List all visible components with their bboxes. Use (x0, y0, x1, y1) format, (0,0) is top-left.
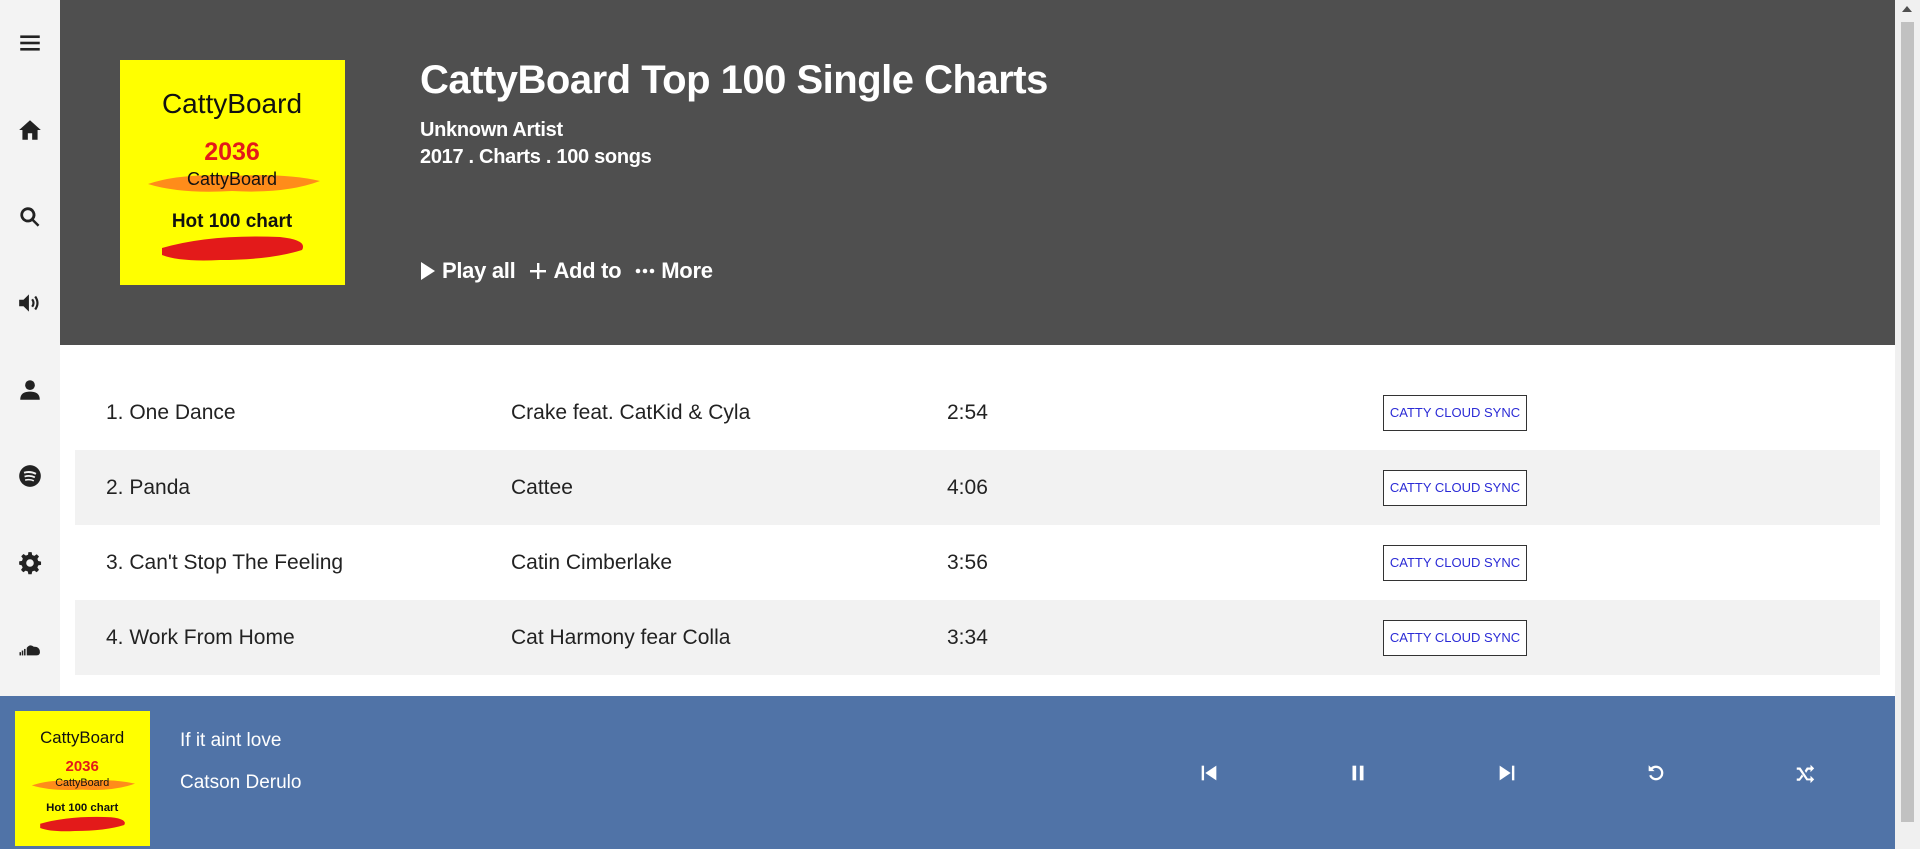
scroll-thumb[interactable] (1901, 22, 1914, 822)
album-meta: 2017 . Charts . 100 songs (420, 146, 652, 168)
track-title[interactable]: 1. One Dance (75, 401, 511, 425)
play-icon (421, 262, 435, 280)
album-cover: CattyBoard 2036 CattyBoard Hot 100 chart (120, 60, 345, 285)
catty-cloud-sync-button[interactable]: CATTY CLOUD SYNC (1383, 544, 1527, 581)
track-artist: Crake feat. CatKid & Cyla (511, 400, 751, 424)
table-row[interactable]: 2. Panda Cattee 4:06 CATTY CLOUD SYNC (75, 450, 1880, 525)
soundcloud-icon[interactable] (15, 635, 45, 665)
svg-text:CattyBoard: CattyBoard (162, 88, 302, 119)
track-duration: 2:54 (947, 400, 988, 424)
table-row[interactable]: 4. Work From Home Cat Harmony fear Colla… (75, 600, 1880, 675)
add-to-button[interactable]: Add to (529, 258, 622, 284)
volume-icon[interactable] (15, 288, 45, 318)
track-duration: 4:06 (947, 475, 988, 499)
home-icon[interactable] (15, 115, 45, 145)
more-label: More (661, 258, 713, 283)
track-duration: 3:34 (947, 625, 988, 649)
play-all-button[interactable]: Play all (420, 258, 516, 284)
more-dots-icon (635, 268, 655, 274)
track-title[interactable]: 2. Panda (75, 476, 511, 500)
track-duration: 3:56 (947, 550, 988, 574)
catty-cloud-sync-button[interactable]: CATTY CLOUD SYNC (1383, 394, 1527, 431)
play-all-label: Play all (442, 258, 516, 283)
now-playing-cover: CattyBoard 2036 CattyBoard Hot 100 chart (15, 711, 150, 846)
catty-cloud-sync-button[interactable]: CATTY CLOUD SYNC (1383, 469, 1527, 506)
gear-icon[interactable] (15, 548, 45, 578)
table-row[interactable]: 1. One Dance Crake feat. CatKid & Cyla 2… (75, 375, 1880, 450)
album-header: CattyBoard 2036 CattyBoard Hot 100 chart… (60, 0, 1895, 345)
track-artist: Cattee (511, 475, 573, 499)
repeat-icon[interactable] (1641, 758, 1671, 788)
more-button[interactable]: More (635, 258, 713, 284)
now-playing-artist: Catson Derulo (180, 772, 302, 793)
sidebar (0, 0, 60, 696)
next-icon[interactable] (1492, 758, 1522, 788)
svg-text:CattyBoard: CattyBoard (187, 169, 277, 189)
svg-text:CattyBoard: CattyBoard (40, 728, 124, 747)
track-list: 1. One Dance Crake feat. CatKid & Cyla 2… (75, 375, 1880, 675)
svg-text:Hot 100 chart: Hot 100 chart (46, 802, 118, 814)
track-artist: Catin Cimberlake (511, 550, 673, 574)
svg-text:2036: 2036 (204, 138, 260, 166)
spotify-icon[interactable] (15, 461, 45, 491)
catty-cloud-sync-button[interactable]: CATTY CLOUD SYNC (1383, 619, 1527, 656)
menu-icon[interactable] (15, 28, 45, 58)
track-title[interactable]: 4. Work From Home (75, 626, 511, 650)
player-bar: CattyBoard 2036 CattyBoard Hot 100 chart… (0, 696, 1895, 849)
previous-icon[interactable] (1194, 758, 1224, 788)
shuffle-icon[interactable] (1790, 758, 1820, 788)
now-playing-title: If it aint love (180, 730, 282, 751)
svg-text:CattyBoard: CattyBoard (55, 777, 109, 789)
plus-icon (530, 263, 547, 279)
svg-text:Hot 100 chart: Hot 100 chart (172, 211, 293, 232)
track-title[interactable]: 3. Can't Stop The Feeling (75, 551, 511, 575)
pause-icon[interactable] (1343, 758, 1373, 788)
svg-text:2036: 2036 (66, 758, 99, 775)
user-icon[interactable] (15, 375, 45, 405)
album-artist[interactable]: Unknown Artist (420, 119, 1048, 142)
album-title: CattyBoard Top 100 Single Charts (420, 58, 1048, 102)
album-actions: Play all Add to More (420, 258, 713, 284)
scrollbar[interactable] (1895, 0, 1920, 849)
table-row[interactable]: 3. Can't Stop The Feeling Catin Cimberla… (75, 525, 1880, 600)
scroll-up-arrow-icon[interactable] (1902, 6, 1912, 12)
track-artist: Cat Harmony fear Colla (511, 625, 731, 649)
add-to-label: Add to (553, 258, 622, 283)
search-icon[interactable] (15, 202, 45, 232)
